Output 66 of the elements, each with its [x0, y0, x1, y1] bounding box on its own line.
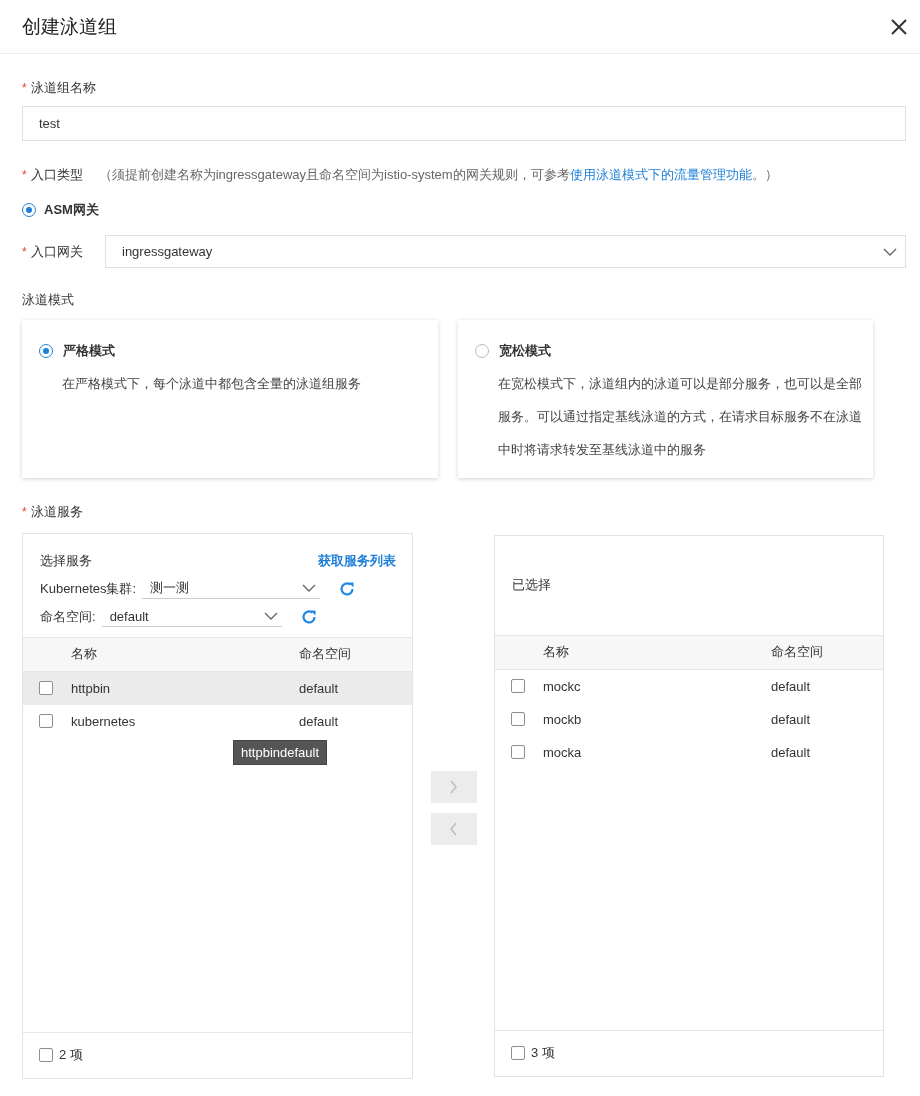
table-cell-text: mockb [543, 711, 583, 727]
checkbox[interactable] [39, 714, 53, 728]
table-cell-text: mockc [543, 678, 582, 694]
checkbox[interactable] [39, 1048, 53, 1062]
refresh-icon[interactable] [299, 607, 318, 626]
required-mark: * [22, 505, 27, 519]
field-label: 泳道服务 [30, 503, 83, 521]
checkbox[interactable] [511, 745, 525, 759]
column-header: 名称 [543, 643, 570, 661]
input-field[interactable]: test [22, 106, 906, 141]
radio-label: ASM网关 [44, 201, 99, 219]
table-cell-text: mocka [543, 744, 583, 760]
radio-button[interactable] [22, 203, 36, 217]
mode-card[interactable]: 宽松模式 在宽松模式下，泳道组内的泳道可以是部分服务，也可以是全部服务。可以通过指定基线泳道的方式，在请求目标服务不在泳道中时将请求转发至基线泳道中的服务 [457, 320, 873, 478]
select-field[interactable]: ingressgateway [105, 235, 906, 268]
panel-title: 选择服务 [40, 551, 92, 570]
column-header: 命名空间 [771, 643, 823, 661]
dialog-title: 创建泳道组 [22, 14, 117, 39]
checkbox[interactable] [511, 679, 525, 693]
fetch-list-link[interactable]: 获取服务列表 [318, 551, 396, 570]
chevron-down-icon [883, 247, 897, 256]
required-mark: * [22, 81, 27, 95]
table-cell: default [299, 713, 339, 729]
table-row[interactable]: mockb default [495, 702, 883, 736]
filter-label: Kubernetes集群: [40, 579, 137, 598]
table-cell-text: kubernetes [71, 713, 137, 729]
table-row[interactable]: mocka default [495, 735, 883, 769]
table-cell: default [771, 678, 811, 694]
table-cell: default [299, 680, 339, 696]
field-label: 泳道模式 [22, 291, 74, 309]
item-count: 3 项 [531, 1044, 555, 1062]
radio-button[interactable] [39, 344, 53, 358]
checkbox[interactable] [39, 681, 53, 695]
help-link[interactable]: 使用泳道模式下的流量管理功能 [569, 167, 752, 182]
column-header: 命名空间 [299, 645, 351, 663]
required-mark: * [22, 168, 27, 182]
table-row[interactable]: mockc default [495, 669, 883, 703]
table-cell: default [771, 711, 811, 727]
chevron-down-icon [302, 584, 317, 592]
item-count: 2 项 [59, 1046, 83, 1064]
table-cell: default [771, 744, 811, 760]
select-field[interactable]: 测一测 [142, 578, 321, 599]
field-label: 入口网关 [30, 242, 83, 261]
mode-title: 严格模式 [63, 342, 115, 360]
chevron-down-icon [263, 612, 278, 620]
mode-description: 在严格模式下，每个泳道中都包含全量的泳道组服务 [62, 376, 362, 393]
field-label: 泳道组名称 [30, 79, 96, 97]
table-cell-text: httpbin [71, 680, 112, 696]
column-header: 名称 [71, 645, 98, 663]
table-row[interactable]: httpbin default [23, 671, 412, 705]
required-mark: * [22, 244, 27, 259]
radio-button[interactable] [474, 344, 489, 358]
select-field[interactable]: default [101, 606, 282, 627]
panel-title: 已选择 [512, 576, 551, 594]
mode-description: 在宽松模式下，泳道组内的泳道可以是部分服务，也可以是全部服务。可以通过指定基线泳道的方式，在请求目标服务不在泳道中时将请求转发至基线泳道中的服务 [497, 376, 863, 459]
checkbox[interactable] [511, 712, 525, 726]
checkbox[interactable] [511, 1046, 525, 1060]
refresh-icon[interactable] [338, 579, 357, 598]
mode-card[interactable]: 严格模式 在严格模式下，每个泳道中都包含全量的泳道组服务 [22, 320, 438, 478]
close-icon[interactable] [891, 18, 907, 35]
field-label: 入口类型 [30, 166, 83, 184]
filter-label: 命名空间: [40, 607, 96, 626]
tooltip: httpbindefault [233, 739, 328, 765]
hint-text: （须提前创建名称为ingressgateway且命名空间为istio-system的网关规则，可参考使用泳道模式下的流量管理功能。） [98, 166, 778, 184]
table-row[interactable]: kubernetes default [23, 704, 412, 738]
mode-title: 宽松模式 [498, 342, 551, 360]
